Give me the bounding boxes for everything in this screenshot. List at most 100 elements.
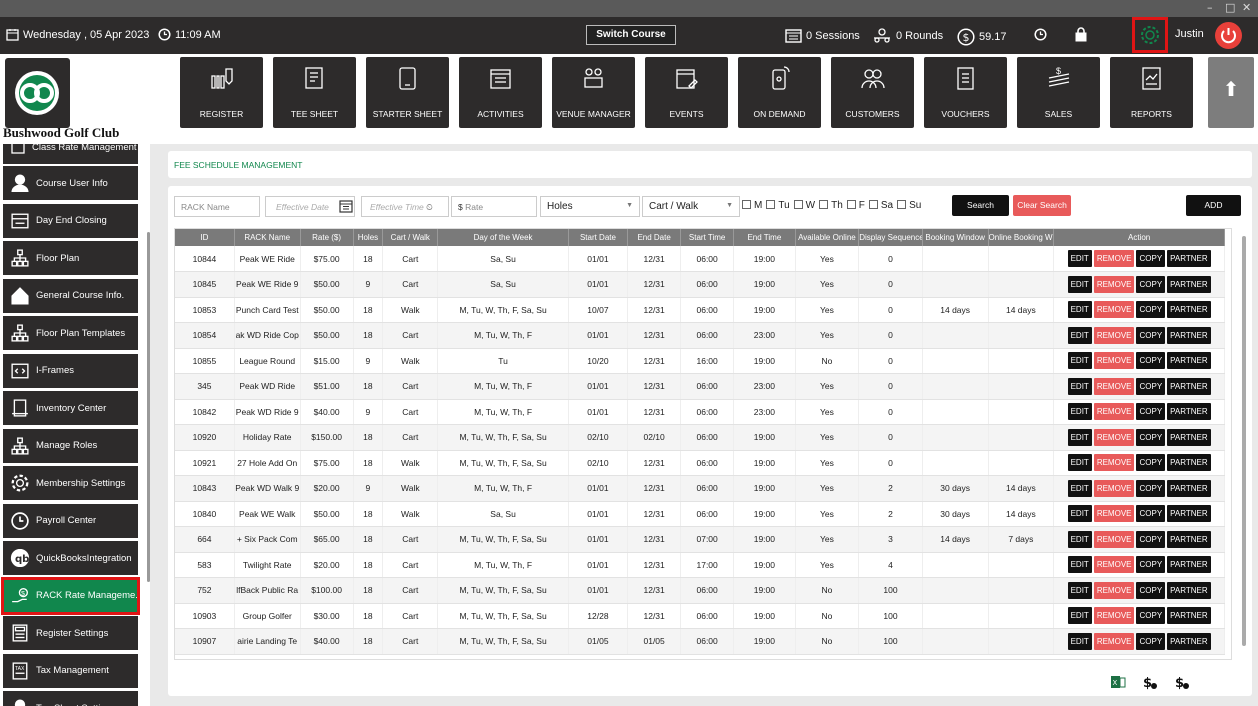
edit-button[interactable]: EDIT xyxy=(1067,454,1092,472)
cart-walk-select[interactable]: Cart / Walk ▼ xyxy=(642,196,740,217)
user-name[interactable]: Justin xyxy=(1175,28,1204,40)
copy-button[interactable]: COPY xyxy=(1136,479,1166,497)
partner-button[interactable]: PARTNER xyxy=(1167,556,1211,574)
search-button[interactable]: Search xyxy=(952,195,1009,216)
sidebar-item-i-frames[interactable]: I-Frames xyxy=(3,353,138,388)
sidebar-item-class-rate[interactable]: Class Rate Management xyxy=(3,144,138,164)
nav-tile-customers[interactable]: CUSTOMERS xyxy=(831,57,914,128)
table-row[interactable]: 10903 Group Golfer $30.00 18 Cart M, Tu, W, T… xyxy=(175,603,1225,629)
close-button[interactable]: ✕ xyxy=(1242,1,1251,14)
remove-button[interactable]: REMOVE xyxy=(1093,377,1135,395)
edit-button[interactable]: EDIT xyxy=(1067,479,1092,497)
sidebar-item-course-user-info[interactable]: Course User Info xyxy=(3,166,138,200)
sidebar-item-quickbooksintegration[interactable]: qb QuickBooksIntegration xyxy=(3,541,138,575)
settings-button[interactable] xyxy=(1132,17,1168,53)
remove-button[interactable]: REMOVE xyxy=(1093,454,1135,472)
calendar-picker-icon[interactable] xyxy=(339,199,353,213)
table-row[interactable]: 10840 Peak WE Walk $50.00 18 Walk Sa, Su 01/01… xyxy=(175,501,1225,527)
effective-time-input[interactable]: Effective Time ⏲ xyxy=(361,196,449,217)
copy-button[interactable]: COPY xyxy=(1136,250,1166,267)
rack-name-input[interactable]: RACK Name xyxy=(174,196,260,217)
sidebar-item-manage-roles[interactable]: Manage Roles xyxy=(3,428,138,463)
edit-button[interactable]: EDIT xyxy=(1067,275,1092,293)
edit-button[interactable]: EDIT xyxy=(1067,632,1092,650)
nav-tile-tee-sheet[interactable]: TEE SHEET xyxy=(273,57,356,128)
copy-button[interactable]: COPY xyxy=(1136,352,1166,370)
remove-button[interactable]: REMOVE xyxy=(1093,556,1135,574)
copy-button[interactable]: COPY xyxy=(1136,632,1166,650)
day-checkbox-th[interactable]: Th xyxy=(819,200,843,211)
remove-button[interactable]: REMOVE xyxy=(1093,581,1135,599)
sidebar-item-floor-plan-templates[interactable]: Floor Plan Templates xyxy=(3,316,138,350)
partner-button[interactable]: PARTNER xyxy=(1167,301,1211,319)
copy-button[interactable]: COPY xyxy=(1136,454,1166,472)
column-header[interactable]: Action xyxy=(1053,229,1225,246)
nav-tile-events[interactable]: EVENTS xyxy=(645,57,728,128)
copy-button[interactable]: COPY xyxy=(1136,530,1166,548)
edit-button[interactable]: EDIT xyxy=(1067,428,1092,446)
club-logo[interactable] xyxy=(5,58,70,128)
partner-button[interactable]: PARTNER xyxy=(1167,377,1211,395)
day-checkbox-w[interactable]: W xyxy=(793,200,815,211)
column-header[interactable]: Start Time xyxy=(680,229,735,246)
partner-button[interactable]: PARTNER xyxy=(1167,428,1211,446)
table-row[interactable]: 10842 Peak WD Ride 9 $40.00 9 Cart M, Tu, W, … xyxy=(175,399,1225,425)
add-button[interactable]: ADD xyxy=(1186,195,1241,216)
sidebar-item-payroll-center[interactable]: Payroll Center xyxy=(3,503,138,538)
table-row[interactable]: 752 lfBack Public Ra $100.00 18 Cart M, Tu, W… xyxy=(175,577,1225,604)
day-checkbox-tu[interactable]: Tu xyxy=(766,200,790,211)
rounds-counter[interactable]: 0 Rounds xyxy=(872,28,943,43)
partner-button[interactable]: PARTNER xyxy=(1167,632,1211,650)
partner-button[interactable]: PARTNER xyxy=(1167,454,1211,472)
clear-search-button[interactable]: Clear Search xyxy=(1013,195,1071,216)
nav-tile-sales[interactable]: $ SALES xyxy=(1017,57,1100,128)
maximize-button[interactable]: □ xyxy=(1225,1,1235,14)
minimize-button[interactable]: – xyxy=(1207,1,1213,14)
sessions-counter[interactable]: 0 Sessions xyxy=(785,28,860,43)
scroll-up-button[interactable]: ⬆ xyxy=(1208,57,1254,128)
nav-tile-register[interactable]: REGISTER xyxy=(180,57,263,128)
sidebar-item-inventory-center[interactable]: Inventory Center xyxy=(3,391,138,425)
excel-export-icon[interactable]: X xyxy=(1110,674,1126,690)
table-scrollbar[interactable] xyxy=(1242,236,1246,646)
sidebar-item-register-settings[interactable]: Register Settings xyxy=(3,616,138,650)
column-header[interactable]: ID xyxy=(175,229,235,246)
edit-button[interactable]: EDIT xyxy=(1067,352,1092,370)
edit-button[interactable]: EDIT xyxy=(1067,607,1092,625)
copy-button[interactable]: COPY xyxy=(1136,326,1166,344)
table-row[interactable]: 583 Twilight Rate $20.00 18 Cart M, Tu, W, Th… xyxy=(175,552,1225,578)
column-header[interactable]: Cart / Walk xyxy=(382,229,439,246)
column-header[interactable]: Booking Window xyxy=(922,229,989,246)
partner-button[interactable]: PARTNER xyxy=(1167,403,1211,421)
edit-button[interactable]: EDIT xyxy=(1067,505,1092,523)
balance-display[interactable]: $ 59.17 xyxy=(957,28,1007,46)
remove-button[interactable]: REMOVE xyxy=(1093,530,1135,548)
partner-button[interactable]: PARTNER xyxy=(1167,326,1211,344)
remove-button[interactable]: REMOVE xyxy=(1093,301,1135,319)
sidebar-item-tax-management[interactable]: TAX Tax Management xyxy=(3,653,138,688)
edit-button[interactable]: EDIT xyxy=(1067,301,1092,319)
remove-button[interactable]: REMOVE xyxy=(1093,479,1135,497)
column-header[interactable]: Rate ($) xyxy=(300,229,354,246)
nav-tile-starter-sheet[interactable]: STARTER SHEET xyxy=(366,57,449,128)
partner-button[interactable]: PARTNER xyxy=(1167,505,1211,523)
sidebar-item-tee-sheet-settings[interactable]: Tee Sheet Settings xyxy=(3,691,138,706)
table-row[interactable]: 10855 League Round $15.00 9 Walk Tu 10/20 12/31… xyxy=(175,348,1225,374)
column-header[interactable]: End Date xyxy=(627,229,682,246)
table-row[interactable]: 345 Peak WD Ride $51.00 18 Cart M, Tu, W, Th,… xyxy=(175,373,1225,400)
day-checkbox-su[interactable]: Su xyxy=(897,200,921,211)
rate-input[interactable]: $ Rate xyxy=(451,196,537,217)
table-row[interactable]: 10843 Peak WD Walk 9 $20.00 9 Walk M, Tu, W, … xyxy=(175,475,1225,502)
nav-tile-reports[interactable]: REPORTS xyxy=(1110,57,1193,128)
remove-button[interactable]: REMOVE xyxy=(1093,275,1135,293)
column-header[interactable]: Day of the Week xyxy=(437,229,569,246)
edit-button[interactable]: EDIT xyxy=(1067,326,1092,344)
copy-button[interactable]: COPY xyxy=(1136,403,1166,421)
remove-button[interactable]: REMOVE xyxy=(1093,428,1135,446)
partner-button[interactable]: PARTNER xyxy=(1167,479,1211,497)
table-row[interactable]: 10854 ak WD Ride Cop $50.00 18 Cart M, Tu, W,… xyxy=(175,322,1225,349)
lock-button[interactable] xyxy=(1075,27,1087,42)
column-header[interactable]: Holes xyxy=(353,229,384,246)
remove-button[interactable]: REMOVE xyxy=(1093,505,1135,523)
column-header[interactable]: End Time xyxy=(733,229,796,246)
